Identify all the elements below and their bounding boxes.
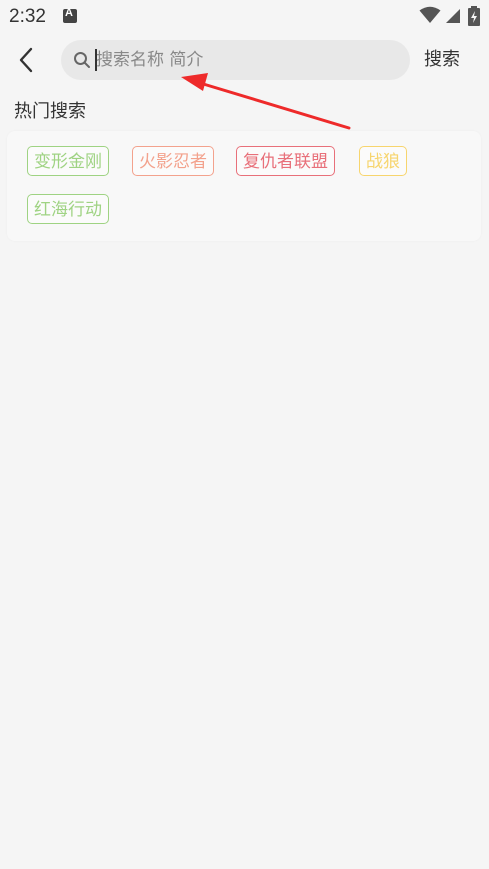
battery-icon xyxy=(468,6,480,26)
notification-icon xyxy=(63,7,77,23)
hot-tag-wolf-warrior[interactable]: 战狼 xyxy=(359,146,407,176)
hot-search-title: 热门搜索 xyxy=(14,101,86,122)
search-icon xyxy=(74,52,90,68)
status-time: 2:32 xyxy=(9,6,46,27)
hot-tag-naruto[interactable]: 火影忍者 xyxy=(132,146,214,176)
hot-tag-transformers[interactable]: 变形金刚 xyxy=(27,146,109,176)
search-header: 搜索 xyxy=(0,34,489,86)
hot-tag-operation-red-sea[interactable]: 红海行动 xyxy=(27,194,109,224)
wifi-icon xyxy=(419,6,441,23)
hot-search-tags: 变形金刚 火影忍者 复仇者联盟 战狼 红海行动 xyxy=(7,131,481,241)
signal-icon xyxy=(446,9,460,23)
text-cursor xyxy=(95,49,97,71)
search-box[interactable] xyxy=(61,40,410,80)
back-button[interactable] xyxy=(10,44,42,76)
status-bar: 2:32 xyxy=(0,0,489,34)
chevron-left-icon xyxy=(19,47,33,73)
search-button[interactable]: 搜索 xyxy=(424,45,460,71)
hot-tag-avengers[interactable]: 复仇者联盟 xyxy=(236,146,335,176)
search-input[interactable] xyxy=(94,40,396,80)
